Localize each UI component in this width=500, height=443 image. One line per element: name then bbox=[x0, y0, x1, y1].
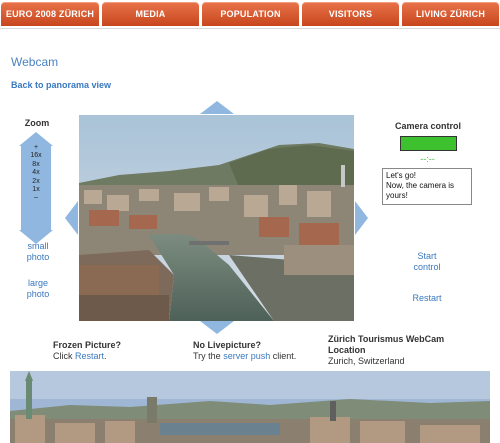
nolive-suffix: client. bbox=[272, 351, 297, 361]
location-title-line2: Location bbox=[328, 345, 366, 355]
zoom-1x[interactable]: 1x bbox=[19, 186, 53, 194]
zoom-levels: + 16x 8x 4x 2x 1x – bbox=[19, 144, 53, 203]
location-text: Zurich, Switzerland bbox=[328, 356, 405, 366]
server-push-link[interactable]: server push bbox=[223, 351, 270, 361]
zoom-label: Zoom bbox=[24, 118, 50, 128]
small-photo-link[interactable]: small photo bbox=[10, 241, 66, 263]
tab-living-zurich[interactable]: LIVING ZÜRICH bbox=[402, 2, 499, 26]
nolive-prefix: Try the bbox=[193, 351, 221, 361]
camera-control-label: Camera control bbox=[394, 121, 462, 131]
location-title-line1: Zürich Tourismus WebCam bbox=[328, 334, 445, 344]
pan-up-arrow-icon[interactable] bbox=[200, 101, 234, 114]
frozen-restart-link[interactable]: Restart bbox=[75, 351, 104, 361]
no-livepicture-info: No Livepicture? Try the server push clie… bbox=[193, 340, 296, 362]
start-control-line2: control bbox=[413, 262, 441, 272]
no-livepicture-title: No Livepicture? bbox=[193, 340, 262, 350]
restart-link[interactable]: Restart bbox=[399, 293, 455, 304]
camera-timer: --:-- bbox=[420, 154, 435, 164]
zoom-2x[interactable]: 2x bbox=[19, 178, 53, 186]
zoom-in-button[interactable]: + bbox=[19, 144, 53, 152]
pan-right-arrow-icon[interactable] bbox=[355, 201, 368, 235]
zoom-4x[interactable]: 4x bbox=[19, 169, 53, 177]
location-info: Zürich Tourismus WebCam Location Zurich,… bbox=[328, 334, 444, 367]
webcam-photo[interactable] bbox=[79, 115, 354, 321]
zoom-8x[interactable]: 8x bbox=[19, 161, 53, 169]
page-title: Webcam bbox=[11, 55, 59, 69]
start-control-link[interactable]: Start control bbox=[399, 251, 455, 273]
frozen-picture-info: Frozen Picture? Click Restart. bbox=[53, 340, 121, 362]
zoom-16x[interactable]: 16x bbox=[19, 152, 53, 160]
pan-down-arrow-icon[interactable] bbox=[200, 321, 234, 334]
tab-euro-2008[interactable]: EURO 2008 ZÜRICH bbox=[1, 2, 99, 26]
small-photo-line1: small bbox=[27, 241, 49, 251]
small-photo-line2: photo bbox=[26, 252, 50, 262]
frozen-prefix: Click bbox=[53, 351, 73, 361]
camera-status-bar bbox=[400, 136, 457, 151]
frozen-picture-title: Frozen Picture? bbox=[53, 340, 122, 350]
large-photo-link[interactable]: large photo bbox=[10, 278, 66, 300]
frozen-suffix: . bbox=[104, 351, 107, 361]
main-content: Webcam Back to panorama view Zoom + 16x … bbox=[0, 28, 500, 443]
tab-media[interactable]: MEDIA bbox=[102, 2, 199, 26]
large-photo-line2: photo bbox=[26, 289, 50, 299]
zoom-out-button[interactable]: – bbox=[19, 194, 53, 202]
tab-population[interactable]: POPULATION bbox=[202, 2, 299, 26]
top-navigation: EURO 2008 ZÜRICH MEDIA POPULATION VISITO… bbox=[0, 0, 500, 28]
back-to-panorama-link[interactable]: Back to panorama view bbox=[11, 80, 111, 90]
tab-visitors[interactable]: VISITORS bbox=[302, 2, 399, 26]
camera-message-line1: Let's go! bbox=[386, 171, 416, 180]
large-photo-line1: large bbox=[27, 278, 48, 288]
camera-message-box: Let's go! Now, the camera is yours! bbox=[382, 168, 472, 205]
start-control-line1: Start bbox=[417, 251, 437, 261]
camera-message-line2: Now, the camera is yours! bbox=[386, 181, 455, 200]
panorama-image[interactable] bbox=[10, 371, 490, 443]
pan-left-arrow-icon[interactable] bbox=[65, 201, 78, 235]
